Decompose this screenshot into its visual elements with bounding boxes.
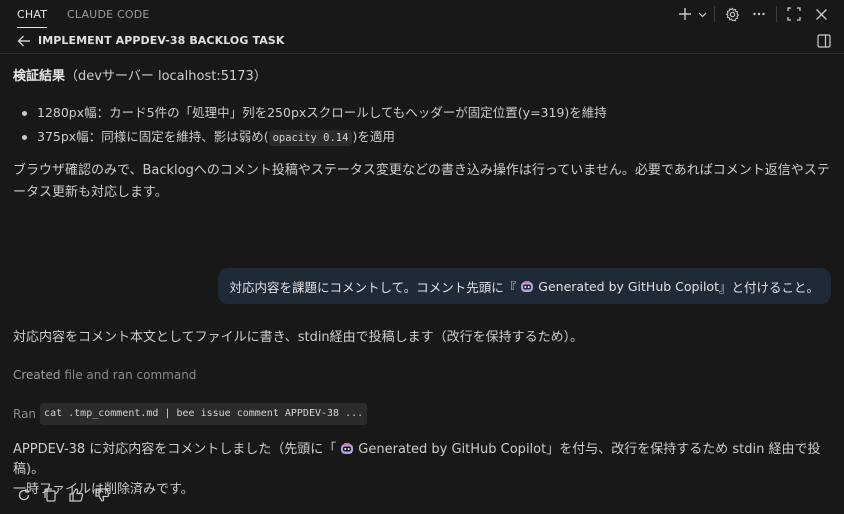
top-bar: CHAT CLAUDE CODE — [0, 0, 844, 28]
ellipsis-icon[interactable] — [748, 3, 770, 25]
list-item: 1280px幅：カード5件の「処理中」列を250pxスクロールしてもヘッダーが固… — [13, 101, 833, 125]
top-toolbar — [674, 0, 832, 28]
user-message-highlight: Generated by GitHub Copilot — [538, 278, 719, 294]
tab-claude-code[interactable]: CLAUDE CODE — [67, 0, 150, 28]
final-line-2: 一時ファイルは削除済みです。 — [13, 482, 194, 497]
assistant-response: 対応内容をコメント本文としてファイルに書き、stdin経由で投稿します（改行を保… — [13, 330, 584, 345]
verification-heading-line: 検証結果（devサーバー localhost:5173） — [13, 66, 833, 87]
copilot-icon — [340, 442, 354, 455]
ran-label: Ran — [13, 407, 37, 421]
user-message-post: 』と付けること。 — [718, 279, 819, 295]
final-line-1: APPDEV-38 に対応内容をコメントしました（先頭に「 Generated b… — [13, 440, 831, 480]
bullet-text-post: )を適用 — [352, 129, 395, 144]
inline-code: opacity 0.14 — [268, 130, 353, 146]
task-header: IMPLEMENT APPDEV-38 BACKLOG TASK — [0, 28, 844, 54]
chevron-down-icon[interactable] — [696, 3, 708, 25]
bullet-text-pre: 375px幅：同様に固定を維持、影は弱め( — [37, 129, 269, 144]
thumbs-up-icon[interactable] — [68, 487, 84, 503]
final-highlight: Generated by GitHub Copilot — [358, 442, 547, 457]
toolbar-spacer-2 — [807, 6, 808, 22]
user-message-pre: 対応内容を課題にコメントして。コメント先頭に『 — [229, 279, 517, 295]
verification-section: 検証結果（devサーバー localhost:5173） 1280px幅：カード… — [13, 66, 833, 150]
list-item: 375px幅：同様に固定を維持、影は弱め(opacity 0.14)を適用 — [13, 125, 833, 150]
final-pre: APPDEV-38 に対応内容をコメントしました（先頭に「 — [13, 442, 337, 457]
toolbar-divider — [714, 6, 715, 22]
close-icon[interactable] — [810, 3, 832, 25]
tool-summary-ran[interactable]: Ran cat .tmp_comment.md | bee issue comm… — [13, 403, 368, 425]
assistant-paragraph: ブラウザ確認のみで、Backlogへのコメント投稿やステータス変更などの書き込み… — [13, 163, 830, 200]
split-panel-icon[interactable] — [816, 33, 832, 49]
tool-summary-created[interactable]: Created file and ran command — [13, 366, 196, 384]
bullet-text: 1280px幅：カード5件の「処理中」列を250pxスクロールしてもヘッダーが固… — [37, 105, 607, 120]
message-actions — [16, 487, 110, 503]
gear-icon[interactable] — [721, 3, 743, 25]
created-rest: file and ran command — [64, 368, 197, 382]
arrow-left-icon[interactable] — [16, 33, 32, 49]
copy-icon[interactable] — [42, 487, 58, 503]
created-label: Created — [13, 368, 61, 382]
retry-icon[interactable] — [16, 487, 32, 503]
plus-icon[interactable] — [674, 3, 696, 25]
ran-command: cat .tmp_comment.md | bee issue comment … — [40, 403, 368, 425]
task-title: IMPLEMENT APPDEV-38 BACKLOG TASK — [38, 34, 285, 47]
tab-chat[interactable]: CHAT — [17, 0, 48, 28]
user-message: 対応内容を課題にコメントして。コメント先頭に『 Generated by Git… — [217, 268, 831, 304]
verification-heading-suffix: （devサーバー localhost:5173） — [65, 69, 267, 84]
assistant-final-message: APPDEV-38 に対応内容をコメントしました（先頭に「 Generated b… — [13, 440, 831, 500]
thumbs-down-icon[interactable] — [94, 487, 110, 503]
copilot-icon — [520, 280, 534, 293]
verification-heading: 検証結果 — [13, 69, 66, 84]
toolbar-divider-2 — [776, 6, 777, 22]
verification-list: 1280px幅：カード5件の「処理中」列を250pxスクロールしてもヘッダーが固… — [13, 101, 833, 150]
maximize-icon[interactable] — [783, 3, 805, 25]
